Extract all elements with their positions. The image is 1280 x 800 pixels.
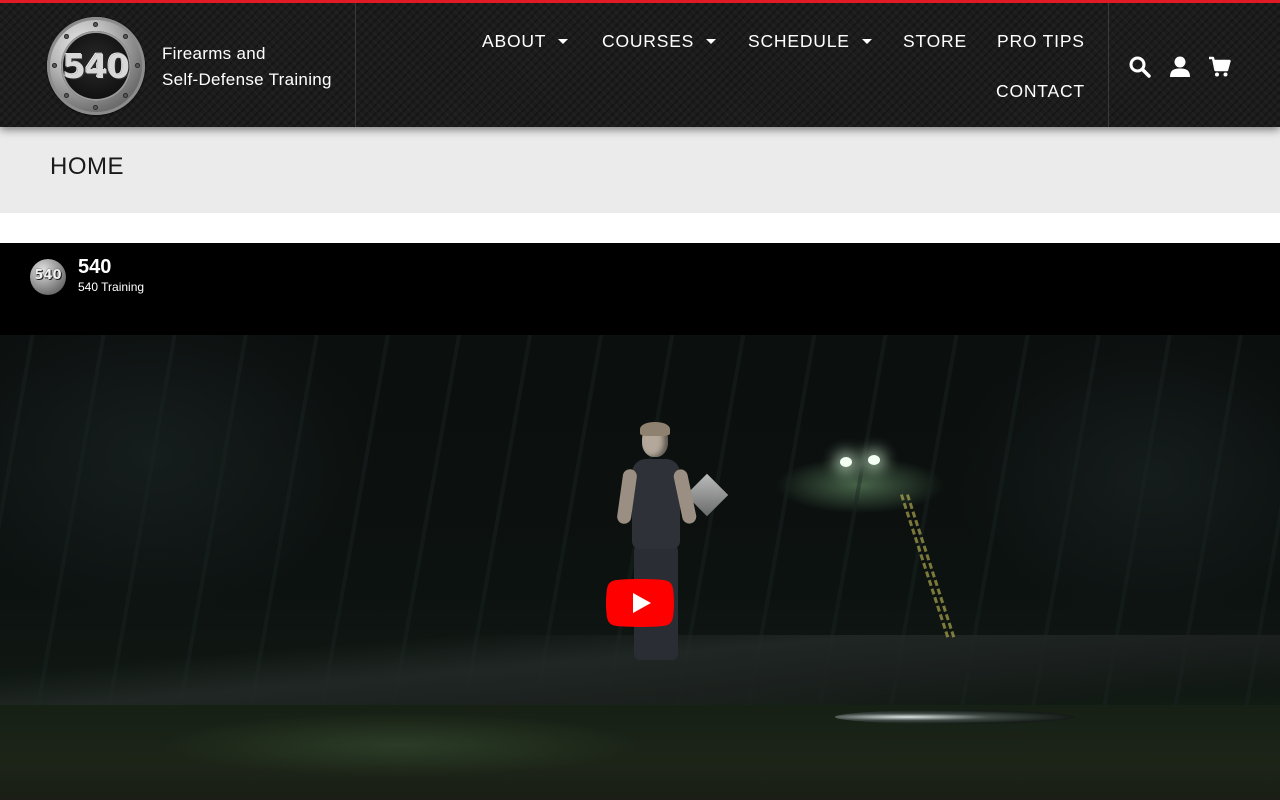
nav-item-about[interactable]: ABOUT: [482, 31, 569, 52]
video-embed[interactable]: 540 540 540 Training: [0, 243, 1280, 800]
channel-avatar-text: 540: [34, 268, 62, 283]
logo-bolt: [93, 22, 98, 27]
runner-body: [632, 459, 680, 549]
logo-bolt: [64, 34, 69, 39]
thumbnail-headlight: [868, 455, 880, 465]
video-title[interactable]: 540: [78, 256, 111, 279]
thumbnail-runner: [616, 422, 698, 665]
caret-down-icon: [558, 39, 569, 44]
caret-down-icon: [706, 39, 717, 44]
nav-item-schedule[interactable]: SCHEDULE: [748, 31, 872, 52]
nav-item-courses[interactable]: COURSES: [602, 31, 717, 52]
header-icons: [1108, 3, 1280, 127]
logo-text: 540: [63, 47, 130, 86]
site-header: 540 Firearms and Self-Defense Training A…: [0, 0, 1280, 127]
brand[interactable]: 540 Firearms and Self-Defense Training: [0, 3, 356, 127]
search-icon[interactable]: [1128, 55, 1152, 79]
channel-avatar[interactable]: 540: [30, 259, 66, 295]
logo-bolt: [93, 105, 98, 110]
logo-bolt: [123, 34, 128, 39]
thumbnail-puddle: [835, 710, 1075, 724]
logo[interactable]: 540: [47, 17, 145, 115]
tagline-line2: Self-Defense Training: [162, 70, 332, 89]
nav-item-label: ABOUT: [482, 31, 547, 51]
main-nav: ABOUT COURSES SCHEDULE STORE PRO TIPS CO…: [357, 3, 1108, 127]
thumbnail-headlight: [840, 457, 852, 467]
tagline-line1: Firearms and: [162, 44, 266, 63]
nav-item-pro-tips[interactable]: PRO TIPS: [997, 31, 1085, 52]
breadcrumb-bar: HOME: [0, 127, 1280, 213]
nav-item-label: PRO TIPS: [997, 31, 1085, 51]
video-thumbnail[interactable]: [0, 335, 1280, 800]
logo-bolt: [64, 93, 69, 98]
caret-down-icon: [861, 39, 872, 44]
nav-item-contact[interactable]: CONTACT: [996, 81, 1085, 102]
nav-item-label: COURSES: [602, 31, 695, 51]
runner-hair: [640, 422, 670, 436]
play-button-icon[interactable]: [606, 579, 674, 627]
user-icon[interactable]: [1168, 55, 1192, 79]
video-header: 540 540 540 Training: [0, 243, 1280, 335]
thumbnail-grass: [0, 705, 1280, 800]
nav-item-label: STORE: [903, 31, 967, 51]
tagline: Firearms and Self-Defense Training: [162, 41, 352, 93]
nav-item-store[interactable]: STORE: [903, 31, 967, 52]
logo-bolt: [123, 93, 128, 98]
cart-icon[interactable]: [1208, 55, 1232, 79]
channel-name[interactable]: 540 Training: [78, 280, 144, 294]
nav-item-label: CONTACT: [996, 81, 1085, 101]
nav-item-label: SCHEDULE: [748, 31, 850, 51]
breadcrumb[interactable]: HOME: [50, 153, 124, 181]
